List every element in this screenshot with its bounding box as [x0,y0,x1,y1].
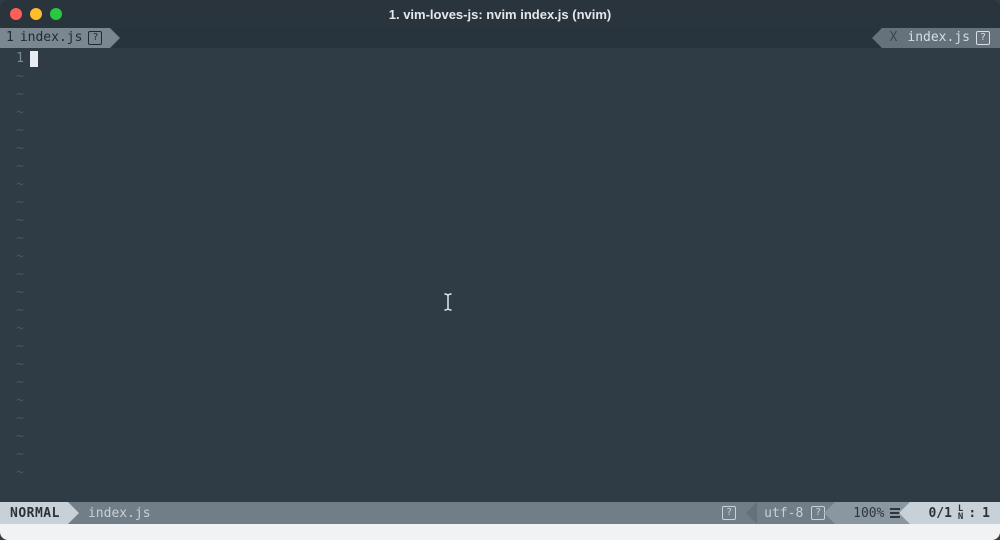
help-icon: ? [722,506,736,520]
editor-line[interactable] [30,50,1000,68]
empty-line [30,446,1000,464]
zoom-window-button[interactable] [50,8,62,20]
empty-line-marker: ~ [0,392,24,410]
empty-line [30,212,1000,230]
empty-line-marker: ~ [0,428,24,446]
column-value: 1 [982,506,990,521]
empty-line [30,248,1000,266]
empty-line-marker: ~ [0,212,24,230]
empty-line-marker: ~ [0,122,24,140]
editor-viewport[interactable]: 1 ~~~~~~~~~~~~~~~~~~~~~~~ [0,48,1000,502]
empty-line-marker: ~ [0,266,24,284]
empty-line [30,392,1000,410]
empty-line [30,158,1000,176]
empty-line-marker: ~ [0,86,24,104]
empty-line [30,356,1000,374]
buffer-tabline: 1 index.js ? X index.js ? [0,28,1000,48]
empty-line-marker: ~ [0,158,24,176]
empty-line-marker: ~ [0,320,24,338]
empty-line-marker: ~ [0,230,24,248]
empty-line [30,140,1000,158]
help-icon: ? [811,506,825,520]
empty-line-marker: ~ [0,176,24,194]
empty-line [30,68,1000,86]
status-spacer [161,502,713,524]
line-position: 0/1 [928,506,951,521]
empty-line-marker: ~ [0,104,24,122]
close-icon[interactable]: X [890,28,898,48]
empty-line-marker: ~ [0,464,24,482]
column-separator: : [968,506,976,521]
empty-line-marker: ~ [0,356,24,374]
minimize-window-button[interactable] [30,8,42,20]
close-window-button[interactable] [10,8,22,20]
empty-line [30,266,1000,284]
window-controls [10,8,62,20]
status-position: 0/1 LN : 1 [910,502,1000,524]
empty-line [30,230,1000,248]
terminal-window: 1. vim-loves-js: nvim index.js (nvim) 1 … [0,0,1000,540]
buffer-tab-alt[interactable]: X index.js ? [882,28,1000,48]
empty-line [30,122,1000,140]
buffer-filename: index.js [20,28,83,48]
help-icon: ? [976,31,990,45]
status-encoding: utf-8 ? [746,502,835,524]
empty-line-marker: ~ [0,374,24,392]
line-number-gutter: 1 ~~~~~~~~~~~~~~~~~~~~~~~ [0,48,30,502]
titlebar: 1. vim-loves-js: nvim index.js (nvim) [0,0,1000,28]
cursor [30,51,38,67]
empty-line-marker: ~ [0,446,24,464]
empty-line [30,284,1000,302]
empty-line [30,86,1000,104]
buffer-filename: index.js [907,28,970,48]
empty-line [30,428,1000,446]
empty-line-marker: ~ [0,248,24,266]
percent-value: 100% [853,506,884,521]
encoding-label: utf-8 [764,506,803,521]
empty-line-marker: ~ [0,194,24,212]
status-filename: index.js [68,502,161,524]
mode-indicator: NORMAL [0,502,68,524]
empty-line-marker: ~ [0,302,24,320]
help-icon: ? [88,31,102,45]
window-title: 1. vim-loves-js: nvim index.js (nvim) [62,7,938,22]
line-number: 1 [0,50,24,68]
empty-line [30,338,1000,356]
empty-line-marker: ~ [0,338,24,356]
editor-content[interactable] [30,48,1000,502]
buffer-tab-current[interactable]: 1 index.js ? [0,28,110,48]
empty-line [30,194,1000,212]
empty-line [30,410,1000,428]
empty-line [30,302,1000,320]
empty-line-marker: ~ [0,410,24,428]
empty-line-marker: ~ [0,284,24,302]
buffer-index: 1 [6,28,14,48]
status-filetype: ? [712,502,746,524]
empty-line-marker: ~ [0,140,24,158]
command-line[interactable] [0,524,1000,540]
empty-line [30,104,1000,122]
empty-line [30,176,1000,194]
empty-line [30,374,1000,392]
empty-line [30,320,1000,338]
empty-line-marker: ~ [0,68,24,86]
status-line: NORMAL index.js ? utf-8 ? 100% 0/1 LN : … [0,502,1000,524]
empty-line [30,464,1000,482]
line-number-icon: LN [958,505,962,521]
